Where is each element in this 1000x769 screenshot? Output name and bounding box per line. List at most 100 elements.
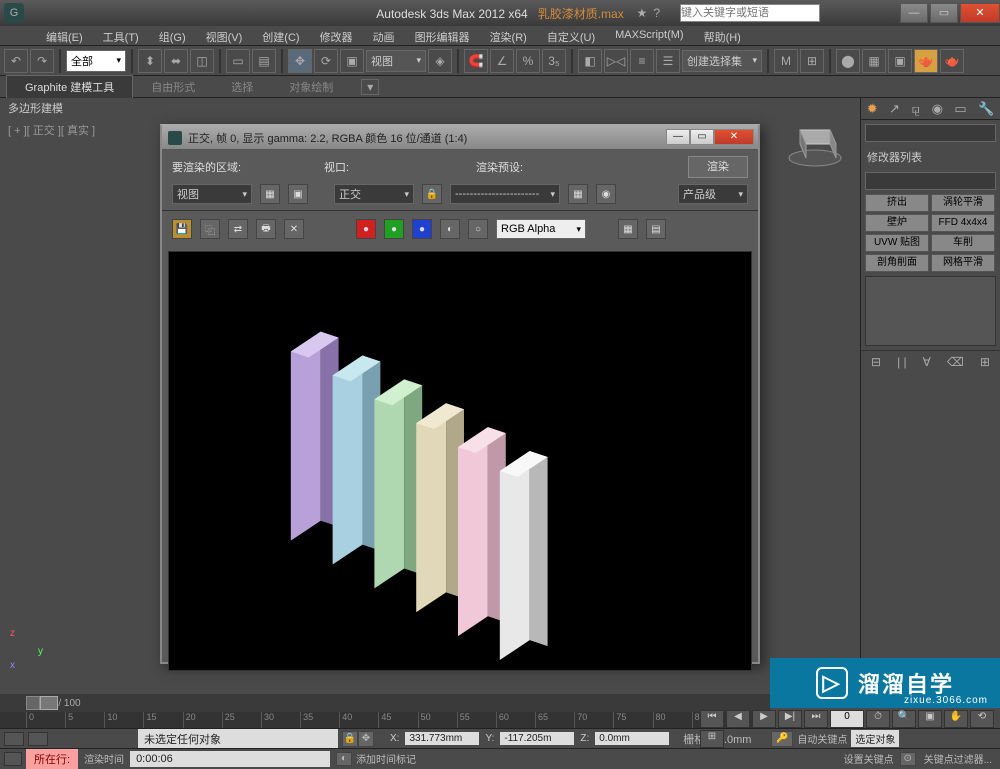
viewport-area[interactable]: [ + ][ 正交 ][ 真实 ] zyx 正交, 帧 0, 显示 gamma:… [0,118,860,694]
scale-button[interactable]: ▣ [340,49,364,73]
print-button[interactable]: 🖶 [256,219,276,239]
time-slider-handle[interactable] [40,696,58,710]
max-toggle-button[interactable]: ⊞ [700,730,724,748]
ribbon-tab-selection[interactable]: 选择 [213,76,271,98]
zoom-button[interactable]: 🔍 [892,710,916,728]
render-min-button[interactable]: — [666,129,690,145]
snap-toggle[interactable]: 🧲 [464,49,488,73]
schematic-button[interactable]: ⊞ [800,49,824,73]
channel-dropdown[interactable]: RGB Alpha [496,219,586,239]
help-icon[interactable]: ? [653,6,660,20]
ribbon-tab-graphite[interactable]: Graphite 建模工具 [6,75,133,98]
mod-extrude[interactable]: 挤出 [865,194,929,212]
menu-tools[interactable]: 工具(T) [93,26,149,45]
mod-turbosmooth[interactable]: 涡轮平滑 [931,194,995,212]
listener-button[interactable] [4,752,22,766]
named-sel-button[interactable]: ◧ [578,49,602,73]
mirror-button[interactable]: ▷◁ [604,49,628,73]
goto-start-button[interactable]: ⏮ [700,710,724,728]
tab-create-icon[interactable]: ✹ [867,101,878,117]
pivot-button[interactable]: ◈ [428,49,452,73]
channel-red-button[interactable]: ● [356,219,376,239]
menu-help[interactable]: 帮助(H) [694,26,751,45]
move-button[interactable]: ✥ [288,49,312,73]
quick-render-button[interactable]: 🫖 [940,49,964,73]
menu-customize[interactable]: 自定义(U) [537,26,605,45]
viewport-label[interactable]: [ + ][ 正交 ][ 真实 ] [8,122,95,138]
render-max-button[interactable]: ▭ [690,129,714,145]
time-config-button[interactable]: ⏱ [866,710,890,728]
mono-button[interactable]: ○ [468,219,488,239]
named-selset-dropdown[interactable]: 创建选择集 [682,50,762,72]
coord-x[interactable]: 331.773mm [405,732,479,745]
rotate-button[interactable]: ⟳ [314,49,338,73]
angle-snap[interactable]: ∠ [490,49,514,73]
selection-set-dropdown[interactable]: 全部 [66,50,126,72]
lock-viewport-button[interactable]: 🔒 [422,184,442,204]
modifier-stack[interactable] [865,276,996,346]
mod-shell[interactable]: 壁炉 [865,214,929,232]
ribbon-tab-paint[interactable]: 对象绘制 [271,76,351,98]
render-area-dropdown[interactable]: 视图 [172,184,252,204]
show-end-icon[interactable]: | | [897,355,907,369]
make-unique-icon[interactable]: ∀ [923,355,931,369]
mod-uvw[interactable]: UVW 贴图 [865,234,929,252]
ribbon-tab-freeform[interactable]: 自由形式 [133,76,213,98]
render-region-button[interactable]: ▦ [260,184,280,204]
menu-animation[interactable]: 动画 [363,26,405,45]
status-icon1[interactable] [4,732,24,746]
overlay-button2[interactable]: ▤ [646,219,666,239]
orbit-button[interactable]: ⟲ [970,710,994,728]
channel-green-button[interactable]: ● [384,219,404,239]
time-tag-button[interactable]: ◐ [336,752,352,766]
remove-mod-icon[interactable]: ⌫ [947,355,964,369]
render-output-viewport[interactable] [168,251,752,671]
axis-gizmo[interactable]: zyx [10,628,50,668]
menu-views[interactable]: 视图(V) [196,26,253,45]
copy-button[interactable]: ⿻ [200,219,220,239]
menu-grapheditors[interactable]: 图形编辑器 [405,26,480,45]
tab-hierarchy-icon[interactable]: ⚼ [911,101,920,117]
add-time-marker[interactable]: 添加时间标记 [356,751,416,766]
tab-display-icon[interactable]: ▭ [954,101,966,117]
play-button[interactable]: ▶ [752,710,776,728]
select-button[interactable]: ▭ [226,49,250,73]
mod-lathe[interactable]: 车削 [931,234,995,252]
minimize-button[interactable]: — [900,3,928,23]
app-icon[interactable]: G [4,3,24,23]
modifier-list-dropdown[interactable] [865,172,996,190]
prev-frame-button[interactable]: ◀ [726,710,750,728]
layer-button[interactable]: ☰ [656,49,680,73]
render-output-dropdown[interactable]: 产品级 [678,184,748,204]
lock-selection-button[interactable]: 🔒 [342,731,358,747]
percent-snap[interactable]: % [516,49,540,73]
star-icon[interactable]: ★ [637,6,648,20]
render-go-button[interactable]: 渲染 [688,156,748,178]
pin-stack-icon[interactable]: ⊟ [871,355,881,369]
render-window-title[interactable]: 正交, 帧 0, 显示 gamma: 2.2, RGBA 颜色 16 位/通道 … [162,126,758,150]
unlink-button[interactable]: ⬌ [164,49,188,73]
frame-field[interactable]: 0 [830,710,864,728]
pan-button[interactable]: ✋ [944,710,968,728]
menu-group[interactable]: 组(G) [149,26,196,45]
setkey-label[interactable]: 设置关键点 [844,751,894,766]
preset-load-button[interactable]: ▦ [568,184,588,204]
curve-editor-button[interactable]: M [774,49,798,73]
align-button[interactable]: ≡ [630,49,654,73]
clear-button[interactable]: ✕ [284,219,304,239]
coord-y[interactable]: -117.205m [500,732,574,745]
menu-rendering[interactable]: 渲染(R) [480,26,537,45]
tab-utilities-icon[interactable]: 🔧 [978,101,994,117]
search-input[interactable] [680,4,820,22]
tab-modify-icon[interactable]: ↗ [889,101,900,117]
object-name-field[interactable] [865,124,996,142]
render-preset-dropdown[interactable]: ----------------------- [450,184,560,204]
menu-modifiers[interactable]: 修改器 [310,26,363,45]
mod-ffd[interactable]: FFD 4x4x4 [931,214,995,232]
redo-button[interactable]: ↷ [30,49,54,73]
zoom-all-button[interactable]: ▣ [918,710,942,728]
menu-edit[interactable]: 编辑(E) [36,26,93,45]
refcoord-dropdown[interactable]: 视图 [366,50,426,72]
menu-maxscript[interactable]: MAXScript(M) [605,26,693,45]
mod-chamfer[interactable]: 剖角削面 [865,254,929,272]
